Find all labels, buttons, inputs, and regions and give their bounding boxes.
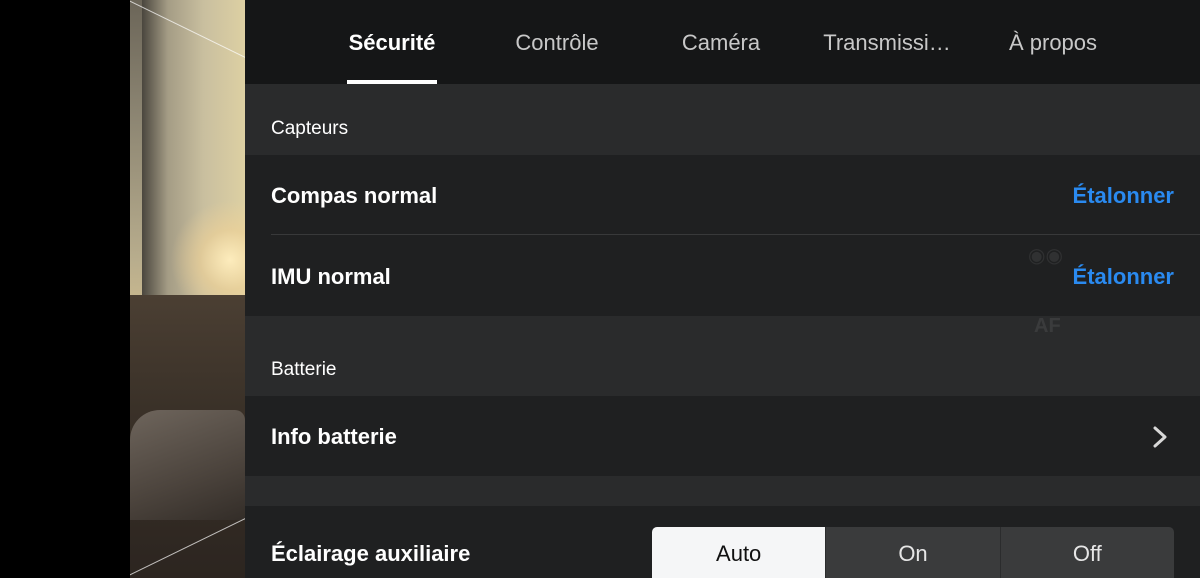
tab-security[interactable]: Sécurité (347, 0, 437, 84)
tab-control[interactable]: Contrôle (509, 0, 605, 84)
tab-security-label: Sécurité (348, 30, 436, 55)
chevron-right-icon (1153, 426, 1167, 448)
aux-light-option-on[interactable]: On (825, 527, 999, 578)
tab-control-label: Contrôle (515, 30, 599, 55)
compass-status-label: Compas normal (271, 183, 438, 208)
tab-transmission[interactable]: Transmissi… (819, 0, 955, 84)
imu-status-label: IMU normal (271, 264, 391, 289)
tab-bar: Sécurité Contrôle Caméra Transmissi… À p… (245, 0, 1200, 84)
compass-calibrate-button[interactable]: Étalonner (1073, 155, 1174, 237)
section-header-sensors: Capteurs (245, 84, 1200, 155)
binoculars-icon: ◉◉ (1028, 245, 1063, 267)
settings-panel: Sécurité Contrôle Caméra Transmissi… À p… (245, 0, 1200, 578)
aux-light-segmented-control: Auto On Off (652, 527, 1174, 578)
section-gap (245, 476, 1200, 506)
af-hint-label: AF (1034, 315, 1061, 337)
tab-about-label: À propos (1008, 30, 1098, 55)
tab-camera-label: Caméra (681, 30, 761, 55)
row-compass: Compas normal Étalonner (245, 155, 1200, 235)
battery-info-label: Info batterie (271, 424, 397, 449)
aux-light-option-auto[interactable]: Auto (652, 527, 826, 578)
section-battery-title: Batterie (271, 359, 337, 380)
aux-light-option-off[interactable]: Off (999, 527, 1174, 578)
section-sensors-title: Capteurs (271, 118, 349, 139)
row-battery-info[interactable]: Info batterie (245, 396, 1200, 476)
camera-pillow (130, 410, 245, 520)
row-imu: IMU normal Étalonner ◉◉ (245, 235, 1200, 316)
tab-transmission-label: Transmissi… (823, 30, 951, 55)
imu-calibrate-button[interactable]: Étalonner (1073, 235, 1174, 319)
aux-light-label: Éclairage auxiliaire (271, 541, 471, 566)
camera-preview (130, 0, 245, 578)
screen: Sécurité Contrôle Caméra Transmissi… À p… (0, 0, 1200, 578)
section-header-battery: Batterie AF (245, 315, 1200, 396)
tab-about[interactable]: À propos (1001, 0, 1105, 84)
tab-camera[interactable]: Caméra (677, 0, 765, 84)
